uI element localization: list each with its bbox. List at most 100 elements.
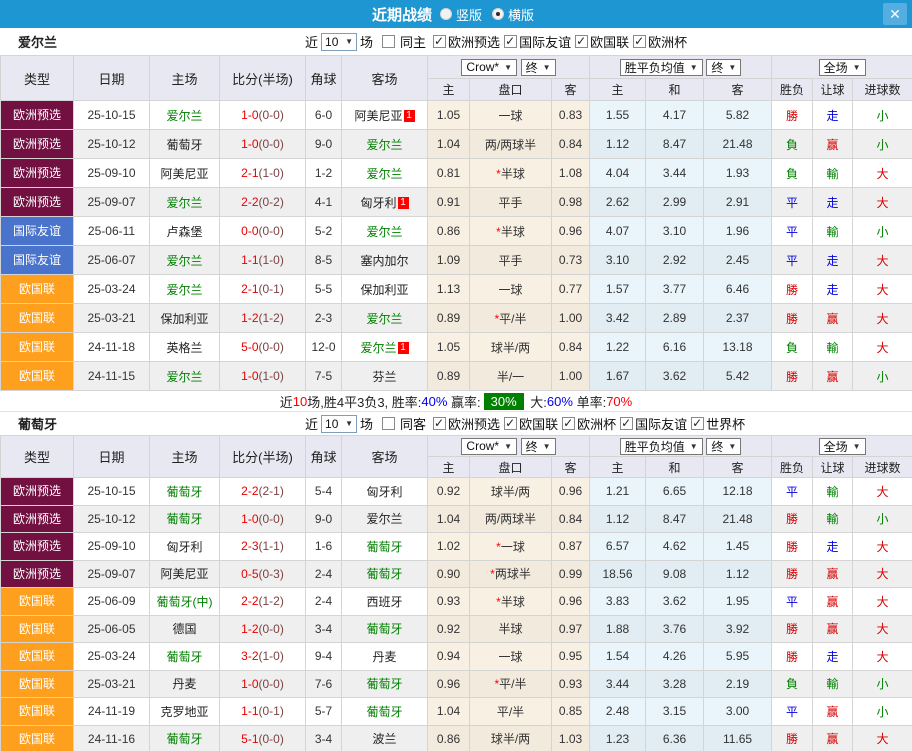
away-team-cell: 波兰: [342, 725, 428, 751]
goals-result: 大: [853, 615, 912, 643]
avg-type-select[interactable]: 胜平负均值▼: [620, 438, 703, 455]
away-team-cell: 爱尔兰: [342, 304, 428, 333]
same-venue-label[interactable]: 同主: [400, 32, 426, 51]
layout-horizontal-radio[interactable]: [492, 8, 504, 20]
avg-away-value: 1.93: [704, 159, 772, 188]
handicap-cell: 一球: [470, 101, 552, 130]
league-filter-item[interactable]: 国际友谊: [616, 414, 687, 433]
odds-home-value: 1.05: [428, 101, 470, 130]
league-filter-item[interactable]: 欧洲杯: [629, 32, 687, 51]
competition-type-cell: 国际友谊: [1, 217, 74, 246]
fulltime-score: 0-0: [241, 224, 258, 238]
chevron-down-icon: ▼: [690, 63, 698, 72]
avg-draw-value: 3.15: [646, 698, 704, 726]
league-checkbox[interactable]: [575, 35, 588, 48]
league-filter-item[interactable]: 欧洲杯: [558, 414, 616, 433]
match-date: 24-11-16: [74, 725, 150, 751]
result-value: 勝: [772, 560, 813, 588]
same-venue-checkbox[interactable]: [382, 417, 395, 430]
avg-home-value: 3.83: [590, 588, 646, 616]
recent-count-select[interactable]: 10 ▼: [321, 415, 357, 433]
match-date: 25-06-09: [74, 588, 150, 616]
odds-away-value: 0.85: [552, 698, 590, 726]
away-team-cell: 葡萄牙: [342, 698, 428, 726]
league-filter-item[interactable]: 欧国联: [500, 414, 558, 433]
league-checkbox[interactable]: [691, 417, 704, 430]
avg-home-value: 6.57: [590, 533, 646, 561]
scope-select[interactable]: 全场▼: [819, 438, 866, 455]
scope-select[interactable]: 全场▼: [819, 59, 866, 76]
corner-count: 3-4: [306, 725, 342, 751]
team-name: 葡萄牙: [18, 414, 57, 433]
layout-vertical-radio[interactable]: [440, 8, 452, 20]
avg-away-value: 5.82: [704, 101, 772, 130]
league-filter-item[interactable]: 国际友谊: [500, 32, 571, 51]
league-label: 国际友谊: [635, 414, 687, 433]
avg-time-select[interactable]: 终▼: [706, 438, 741, 455]
home-team-name: 匈牙利: [166, 540, 202, 554]
league-checkbox[interactable]: [504, 417, 517, 430]
odds-home-value: 0.90: [428, 560, 470, 588]
league-filter-item[interactable]: 欧洲预选: [429, 32, 500, 51]
corner-count: 3-4: [306, 615, 342, 643]
competition-type: 欧洲预选: [1, 540, 73, 552]
odds-time-select[interactable]: 终▼: [521, 59, 556, 76]
result-value: 勝: [772, 304, 813, 333]
avg-type-select[interactable]: 胜平负均值▼: [620, 59, 703, 76]
corner-count: 2-3: [306, 304, 342, 333]
competition-type-cell: 欧国联: [1, 698, 74, 726]
handicap-cell: 平/半: [470, 698, 552, 726]
same-venue-label[interactable]: 同客: [400, 414, 426, 433]
league-checkbox[interactable]: [633, 35, 646, 48]
away-team-cell: 匈牙利1: [342, 188, 428, 217]
match-date: 25-03-21: [74, 304, 150, 333]
odds-company-select[interactable]: Crow*▼: [461, 438, 517, 455]
fulltime-score: 2-3: [241, 539, 258, 553]
layout-vertical-label[interactable]: 竖版: [456, 5, 482, 24]
col-result: 胜负: [772, 457, 813, 478]
league-checkbox[interactable]: [433, 35, 446, 48]
handicap-cell: *平/半: [470, 304, 552, 333]
league-filter-item[interactable]: 世界杯: [687, 414, 745, 433]
odds-time-select[interactable]: 终▼: [521, 438, 556, 455]
same-venue-checkbox[interactable]: [382, 35, 395, 48]
avg-time-select[interactable]: 终▼: [706, 59, 741, 76]
handicap-cell: 球半/两: [470, 333, 552, 362]
away-team-cell: 爱尔兰: [342, 217, 428, 246]
layout-horizontal-label[interactable]: 横版: [508, 5, 534, 24]
close-button[interactable]: ✕: [883, 3, 907, 25]
goals-result: 大: [853, 159, 912, 188]
away-team-name: 塞内加尔: [360, 254, 408, 268]
odds-company-select[interactable]: Crow*▼: [461, 59, 517, 76]
league-checkbox[interactable]: [620, 417, 633, 430]
away-team-name: 爱尔兰: [366, 312, 402, 326]
handicap-cell: *半球: [470, 588, 552, 616]
recent-count-select[interactable]: 10 ▼: [321, 33, 357, 51]
league-checkbox[interactable]: [562, 417, 575, 430]
home-team-name: 阿美尼亚: [160, 567, 208, 581]
league-checkbox[interactable]: [433, 417, 446, 430]
away-team-cell: 葡萄牙: [342, 670, 428, 698]
handicap-value: 球半/两: [491, 732, 530, 746]
col-odds-away: 客: [552, 79, 590, 101]
league-filter-item[interactable]: 欧洲预选: [429, 414, 500, 433]
avg-draw-value: 6.65: [646, 478, 704, 506]
team-name: 爱尔兰: [18, 32, 57, 51]
corner-count: 7-5: [306, 362, 342, 391]
col-handicap: 盘口: [470, 79, 552, 101]
competition-type: 欧国联: [1, 733, 73, 745]
col-corner: 角球: [306, 56, 342, 101]
home-team-name: 爱尔兰: [166, 370, 202, 384]
col-avg-draw: 和: [646, 457, 704, 478]
league-checkbox[interactable]: [504, 35, 517, 48]
fulltime-score: 1-2: [241, 311, 258, 325]
competition-type: 欧国联: [1, 370, 73, 382]
summary-part: 40%: [421, 394, 447, 409]
league-filter-item[interactable]: 欧国联: [571, 32, 629, 51]
home-team-cell: 葡萄牙: [150, 505, 220, 533]
odds-home-value: 1.13: [428, 275, 470, 304]
away-team-cell: 丹麦: [342, 643, 428, 671]
table-row: 欧国联 25-03-21 保加利亚 1-2(1-2) 2-3 爱尔兰 0.89 …: [1, 304, 912, 333]
competition-type-cell: 欧洲预选: [1, 505, 74, 533]
corner-count: 9-0: [306, 130, 342, 159]
